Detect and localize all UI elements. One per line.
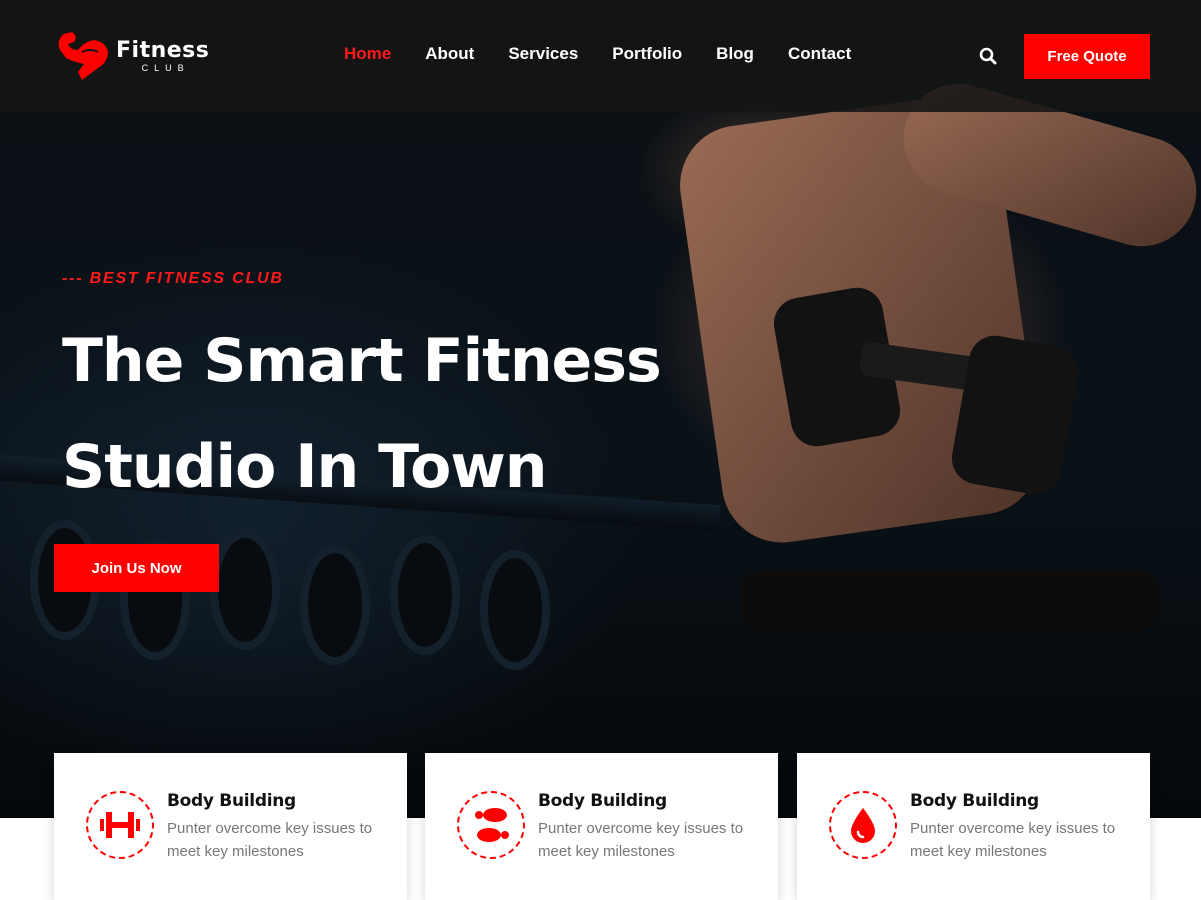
hero-plate-shape: [480, 550, 550, 670]
main-nav: Home About Services Portfolio Blog Conta…: [344, 44, 885, 64]
feature-description: Punter overcome key issues to meet key m…: [167, 820, 373, 860]
hero-headline-line2: Studio In Town: [62, 432, 547, 502]
flexed-arm-icon: [58, 32, 108, 80]
brand-title: Fitness: [116, 38, 210, 63]
nav-item-portfolio[interactable]: Portfolio: [612, 44, 682, 64]
feature-description: Punter overcome key issues to meet key m…: [538, 820, 744, 860]
dumbbell-icon: [100, 812, 140, 838]
feature-title: Body Building: [910, 791, 1039, 811]
feature-description: Punter overcome key issues to meet key m…: [910, 820, 1116, 860]
nav-item-services[interactable]: Services: [508, 44, 578, 64]
feature-icon-ring: [457, 791, 525, 859]
hero-headline: The Smart Fitness Studio In Town: [62, 308, 682, 520]
nav-item-blog[interactable]: Blog: [716, 44, 754, 64]
hero-plate-shape: [210, 530, 280, 650]
search-button[interactable]: [976, 44, 1000, 68]
footprints-icon: [475, 808, 509, 842]
feature-title: Body Building: [167, 791, 296, 811]
nav-item-about[interactable]: About: [425, 44, 474, 64]
brand-wordmark: Fitness CLUB: [116, 38, 210, 74]
feature-icon-ring: [86, 791, 154, 859]
feature-icon-ring: [829, 791, 897, 859]
hero-bench-shape: [740, 570, 1160, 630]
feature-card[interactable]: Body Building Punter overcome key issues…: [54, 753, 407, 900]
hero-headline-line1: The Smart Fitness: [62, 326, 662, 396]
nav-item-contact[interactable]: Contact: [788, 44, 851, 64]
feature-card[interactable]: Body Building Punter overcome key issues…: [425, 753, 778, 900]
site-header: Fitness CLUB Home About Services Portfol…: [0, 0, 1201, 112]
nav-item-home[interactable]: Home: [344, 44, 391, 64]
join-us-button[interactable]: Join Us Now: [54, 544, 219, 592]
drop-icon: [851, 808, 875, 843]
free-quote-button[interactable]: Free Quote: [1024, 34, 1150, 79]
brand-logo[interactable]: Fitness CLUB: [52, 28, 212, 84]
hero-plate-shape: [300, 545, 370, 665]
feature-card[interactable]: Body Building Punter overcome key issues…: [797, 753, 1150, 900]
hero-plate-shape: [390, 535, 460, 655]
feature-title: Body Building: [538, 791, 667, 811]
hero-tagline: --- BEST FITNESS CLUB: [62, 270, 284, 287]
brand-subtitle: CLUB: [141, 63, 190, 73]
search-icon: [979, 47, 997, 65]
